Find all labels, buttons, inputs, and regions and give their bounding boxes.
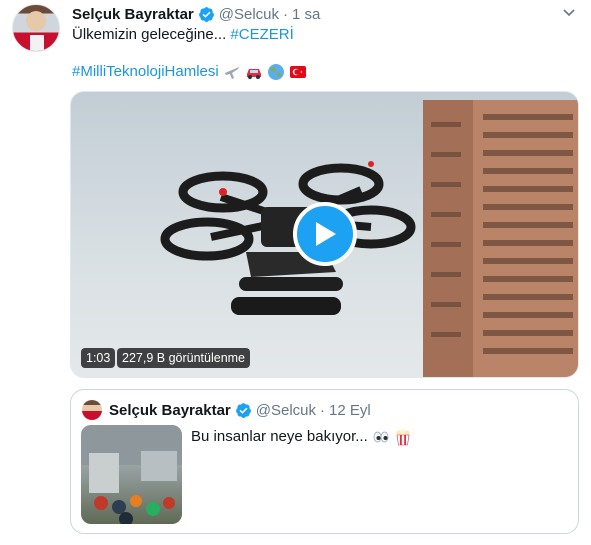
tweet-text-line2: #MilliTeknolojiHamlesi	[72, 62, 307, 82]
airplane-emoji-icon	[224, 67, 239, 79]
video-duration: 1:03	[81, 348, 116, 368]
globe-emoji-icon	[267, 64, 284, 80]
play-icon	[316, 222, 336, 246]
quoted-avatar	[82, 400, 102, 420]
quoted-tweet-time: 12 Eyl	[329, 401, 371, 419]
hashtag-milli-teknoloji[interactable]: #MilliTeknolojiHamlesi	[72, 62, 219, 82]
tweet-time[interactable]: 1 sa	[292, 6, 320, 23]
turkey-flag-emoji-icon	[289, 66, 306, 78]
separator-dot: ·	[320, 401, 325, 419]
play-button[interactable]	[293, 202, 357, 266]
tweet-header: Selçuk Bayraktar @Selcuk · 1 sa	[72, 4, 320, 24]
quoted-media-thumbnail	[81, 425, 182, 524]
tweet-text: Ülkemizin geleceğine... #CEZERİ	[72, 25, 294, 45]
tweet-text-body: Ülkemizin geleceğine...	[72, 26, 231, 43]
verified-badge-icon	[235, 402, 251, 418]
eyes-emoji-icon	[373, 431, 389, 443]
separator-dot: ·	[283, 5, 288, 23]
popcorn-emoji-icon	[396, 429, 410, 446]
quoted-tweet-text: Bu insanlar neye bakıyor...	[191, 427, 412, 447]
video-player[interactable]: 1:03 227,9 B görüntülenme	[70, 91, 579, 378]
quoted-author-handle: @Selcuk	[255, 401, 316, 419]
quoted-tweet-text-body: Bu insanlar neye bakıyor...	[191, 428, 368, 445]
video-view-count: 227,9 B görüntülenme	[117, 348, 251, 368]
author-name[interactable]: Selçuk Bayraktar	[72, 6, 194, 23]
car-emoji-icon	[246, 69, 261, 79]
quoted-media-image	[81, 425, 182, 524]
quoted-tweet-header: Selçuk Bayraktar @Selcuk · 12 Eyl	[109, 400, 371, 420]
verified-badge-icon	[198, 6, 214, 22]
hashtag-cezeri[interactable]: #CEZERİ	[230, 26, 293, 43]
quoted-tweet[interactable]: Selçuk Bayraktar @Selcuk · 12 Eyl Bu ins…	[70, 389, 579, 534]
author-handle[interactable]: @Selcuk	[219, 6, 279, 23]
quoted-author-name: Selçuk Bayraktar	[109, 401, 231, 419]
avatar[interactable]	[12, 4, 60, 52]
chevron-down-icon[interactable]	[561, 4, 577, 20]
